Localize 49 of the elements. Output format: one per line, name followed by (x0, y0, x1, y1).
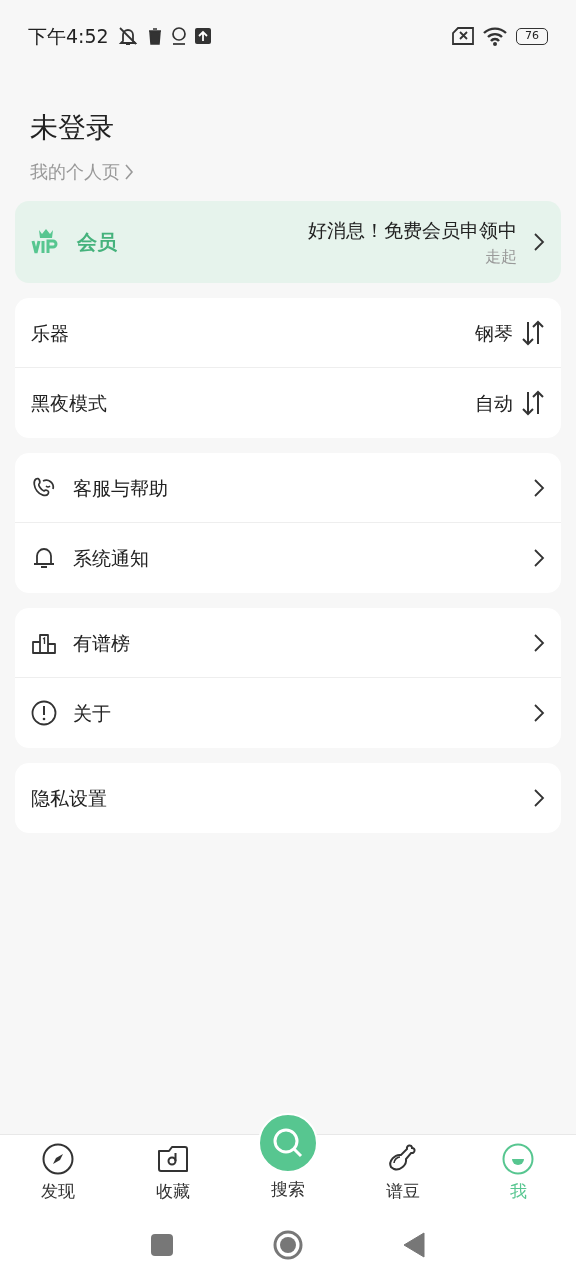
vip-banner[interactable]: 会员 好消息！免费会员申领中 走起 (15, 201, 561, 284)
menu-label: 客服与帮助 (73, 475, 169, 501)
back-button-icon[interactable] (403, 1232, 425, 1258)
recent-apps-icon[interactable] (151, 1234, 173, 1256)
setting-label: 乐器 (31, 320, 70, 346)
chevron-right-icon (533, 632, 545, 653)
settings-row[interactable]: 关于 (15, 678, 561, 749)
setting-label: 黑夜模式 (31, 391, 108, 417)
chevron-right-icon (533, 232, 545, 253)
clock-time: 下午4:52 (28, 23, 109, 49)
menu-label: 有谱榜 (73, 630, 131, 656)
location-pin-icon (170, 26, 187, 46)
nav-tab[interactable]: 搜索 (230, 1113, 346, 1210)
menu-label: 隐私设置 (31, 786, 108, 812)
info-circle-icon (31, 700, 57, 727)
menu-label: 关于 (73, 701, 112, 727)
login-status: 未登录 (30, 110, 115, 146)
nav-tab[interactable]: 谱豆 (345, 1135, 461, 1210)
settings-row[interactable]: 有谱榜 (15, 608, 561, 679)
chevron-right-icon (533, 548, 545, 569)
setting-value: 自动 (475, 391, 513, 417)
settings-row[interactable]: 黑夜模式 自动 (15, 368, 561, 439)
bell-muted-icon (116, 25, 139, 47)
setting-value: 钢琴 (475, 320, 513, 346)
settings-row[interactable]: 系统通知 (15, 523, 561, 594)
settings-row[interactable]: 客服与帮助 (15, 453, 561, 524)
chevron-right-icon (124, 162, 134, 181)
vip-label: 会员 (77, 229, 117, 257)
nav-tab[interactable]: 收藏 (115, 1135, 231, 1210)
battery-level: 76 (516, 27, 548, 45)
settings-row[interactable]: 乐器 钢琴 (15, 298, 561, 369)
promo-message: 好消息！免费会员申领中 (308, 218, 517, 244)
settings-row[interactable]: 隐私设置 (15, 763, 561, 834)
trash-icon (146, 27, 163, 45)
wifi-icon (482, 26, 508, 46)
compass-icon (41, 1143, 74, 1175)
sort-arrows-icon (521, 390, 545, 417)
home-button-icon[interactable] (273, 1230, 303, 1260)
nav-tab[interactable]: 发现 (0, 1135, 116, 1210)
menu-label: 系统通知 (73, 546, 150, 572)
upload-icon (194, 28, 211, 44)
promo-subtext: 走起 (485, 245, 517, 268)
sim-card-icon (452, 27, 474, 45)
music-folder-icon (156, 1143, 189, 1175)
chevron-right-icon (533, 477, 545, 498)
sort-arrows-icon (521, 319, 545, 346)
smiley-face-icon (502, 1143, 535, 1175)
chevron-right-icon (533, 703, 545, 724)
chevron-right-icon (533, 788, 545, 809)
